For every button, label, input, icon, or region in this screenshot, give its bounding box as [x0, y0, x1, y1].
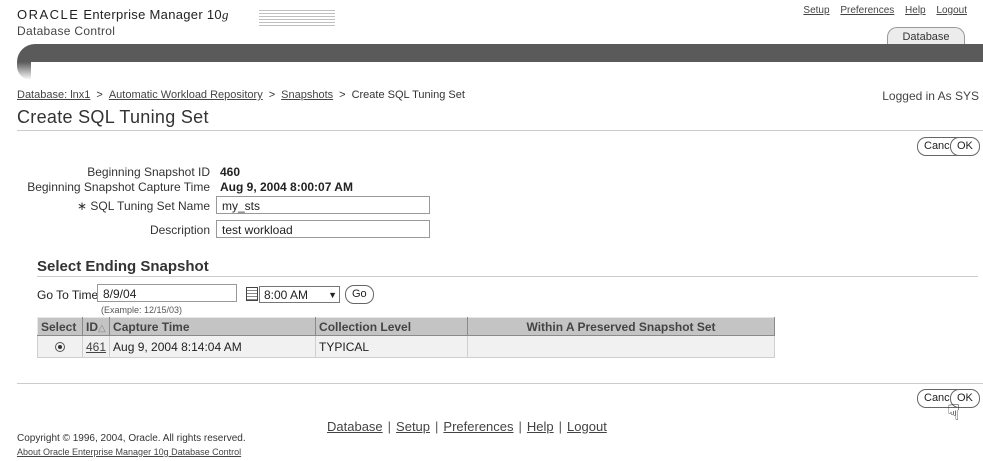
col-header-select: Select	[37, 317, 83, 336]
page-title: Create SQL Tuning Set	[17, 107, 209, 127]
global-link-help[interactable]: Help	[905, 5, 926, 16]
breadcrumb-separator: >	[339, 89, 346, 101]
date-example-hint: (Example: 12/15/03)	[101, 305, 183, 315]
select-cell	[37, 335, 83, 358]
header-bar	[17, 44, 983, 62]
global-link-setup[interactable]: Setup	[803, 5, 829, 16]
breadcrumb-separator: >	[96, 89, 103, 101]
time-select-value: 8:00 AM	[264, 288, 309, 302]
snapshot-id-link[interactable]: 461	[86, 340, 106, 354]
footer-separator: |	[387, 419, 392, 434]
breadcrumb-snapshots[interactable]: Snapshots	[281, 89, 333, 101]
breadcrumb-current: Create SQL Tuning Set	[351, 89, 465, 101]
goto-date-input[interactable]: 8/9/04	[97, 284, 237, 302]
breadcrumb: Database: lnx1 > Automatic Workload Reposi…	[17, 89, 465, 101]
title-divider	[17, 130, 983, 131]
hand-pointer-icon: ☟	[947, 400, 961, 425]
section-divider	[37, 276, 978, 277]
description-label: Description	[149, 223, 210, 237]
product-version: g	[221, 7, 229, 22]
description-input[interactable]: test workload	[216, 220, 430, 238]
collection-level-cell: TYPICAL	[315, 335, 469, 358]
bottom-divider	[17, 383, 983, 384]
footer-separator: |	[558, 419, 563, 434]
preserved-cell	[467, 335, 776, 358]
time-select[interactable]: 8:00 AM ▼	[259, 286, 340, 303]
section-heading: Select Ending Snapshot	[37, 258, 209, 275]
global-links: Setup Preferences Help Logout	[795, 5, 967, 16]
copyright: Copyright © 1996, 2004, Oracle. All righ…	[17, 433, 246, 444]
footer-link-setup[interactable]: Setup	[396, 419, 430, 434]
capture-time-cell: Aug 9, 2004 8:14:04 AM	[109, 335, 317, 358]
breadcrumb-awr[interactable]: Automatic Workload Repository	[109, 89, 263, 101]
snapshot-table: Select ID△ Capture Time Collection Level…	[37, 317, 776, 358]
footer-link-logout[interactable]: Logout	[567, 419, 607, 434]
oracle-wordmark: ORACLE	[17, 7, 80, 22]
brand-logo: ORACLE Enterprise Manager 10g	[17, 7, 229, 23]
sort-ascending-icon: △	[98, 322, 106, 334]
col-header-id-label: ID	[86, 319, 98, 334]
product-subtitle: Database Control	[17, 24, 116, 38]
calendar-icon[interactable]	[246, 287, 258, 301]
begin-snapshot-value: 460	[220, 165, 241, 179]
capture-time-label: Beginning Snapshot Capture Time	[27, 180, 210, 194]
footer-link-help[interactable]: Help	[527, 419, 554, 434]
sts-name-input[interactable]: my_sts	[216, 196, 430, 214]
ok-button-top[interactable]: OK	[950, 137, 980, 156]
goto-time-label: Go To Time	[37, 288, 99, 302]
id-cell: 461	[81, 335, 111, 358]
breadcrumb-database[interactable]: Database: lnx1	[17, 89, 90, 101]
footer-separator: |	[518, 419, 522, 434]
begin-snapshot-label: Beginning Snapshot ID	[87, 165, 210, 179]
sts-name-label: ∗ SQL Tuning Set Name	[76, 199, 210, 213]
table-row: 461 Aug 9, 2004 8:14:04 AM TYPICAL	[37, 335, 776, 358]
global-link-preferences[interactable]: Preferences	[840, 5, 894, 16]
go-button[interactable]: Go	[345, 285, 374, 304]
col-header-id[interactable]: ID△	[81, 317, 111, 336]
footer-links: Database | Setup | Preferences | Help | Logout	[327, 419, 607, 434]
footer-link-database[interactable]: Database	[327, 419, 383, 434]
breadcrumb-separator: >	[268, 89, 276, 101]
col-header-collection-level: Collection Level	[315, 317, 469, 336]
logo-stripes-decoration	[259, 10, 335, 28]
footer-link-preferences[interactable]: Preferences	[443, 419, 513, 434]
chevron-down-icon: ▼	[328, 290, 337, 300]
global-link-logout[interactable]: Logout	[936, 5, 967, 16]
product-name: Enterprise Manager 10	[83, 7, 222, 22]
col-header-capture-time: Capture Time	[109, 317, 317, 336]
table-header-row: Select ID△ Capture Time Collection Level…	[37, 317, 776, 336]
logged-in-status: Logged in As SYS	[882, 89, 979, 103]
header-bar-curve	[17, 62, 31, 80]
capture-time-value: Aug 9, 2004 8:00:07 AM	[220, 180, 353, 194]
footer-separator: |	[435, 419, 439, 434]
select-radio[interactable]	[55, 342, 65, 353]
col-header-preserved: Within A Preserved Snapshot Set	[467, 317, 776, 336]
about-link[interactable]: About Oracle Enterprise Manager 10g Data…	[17, 447, 241, 457]
